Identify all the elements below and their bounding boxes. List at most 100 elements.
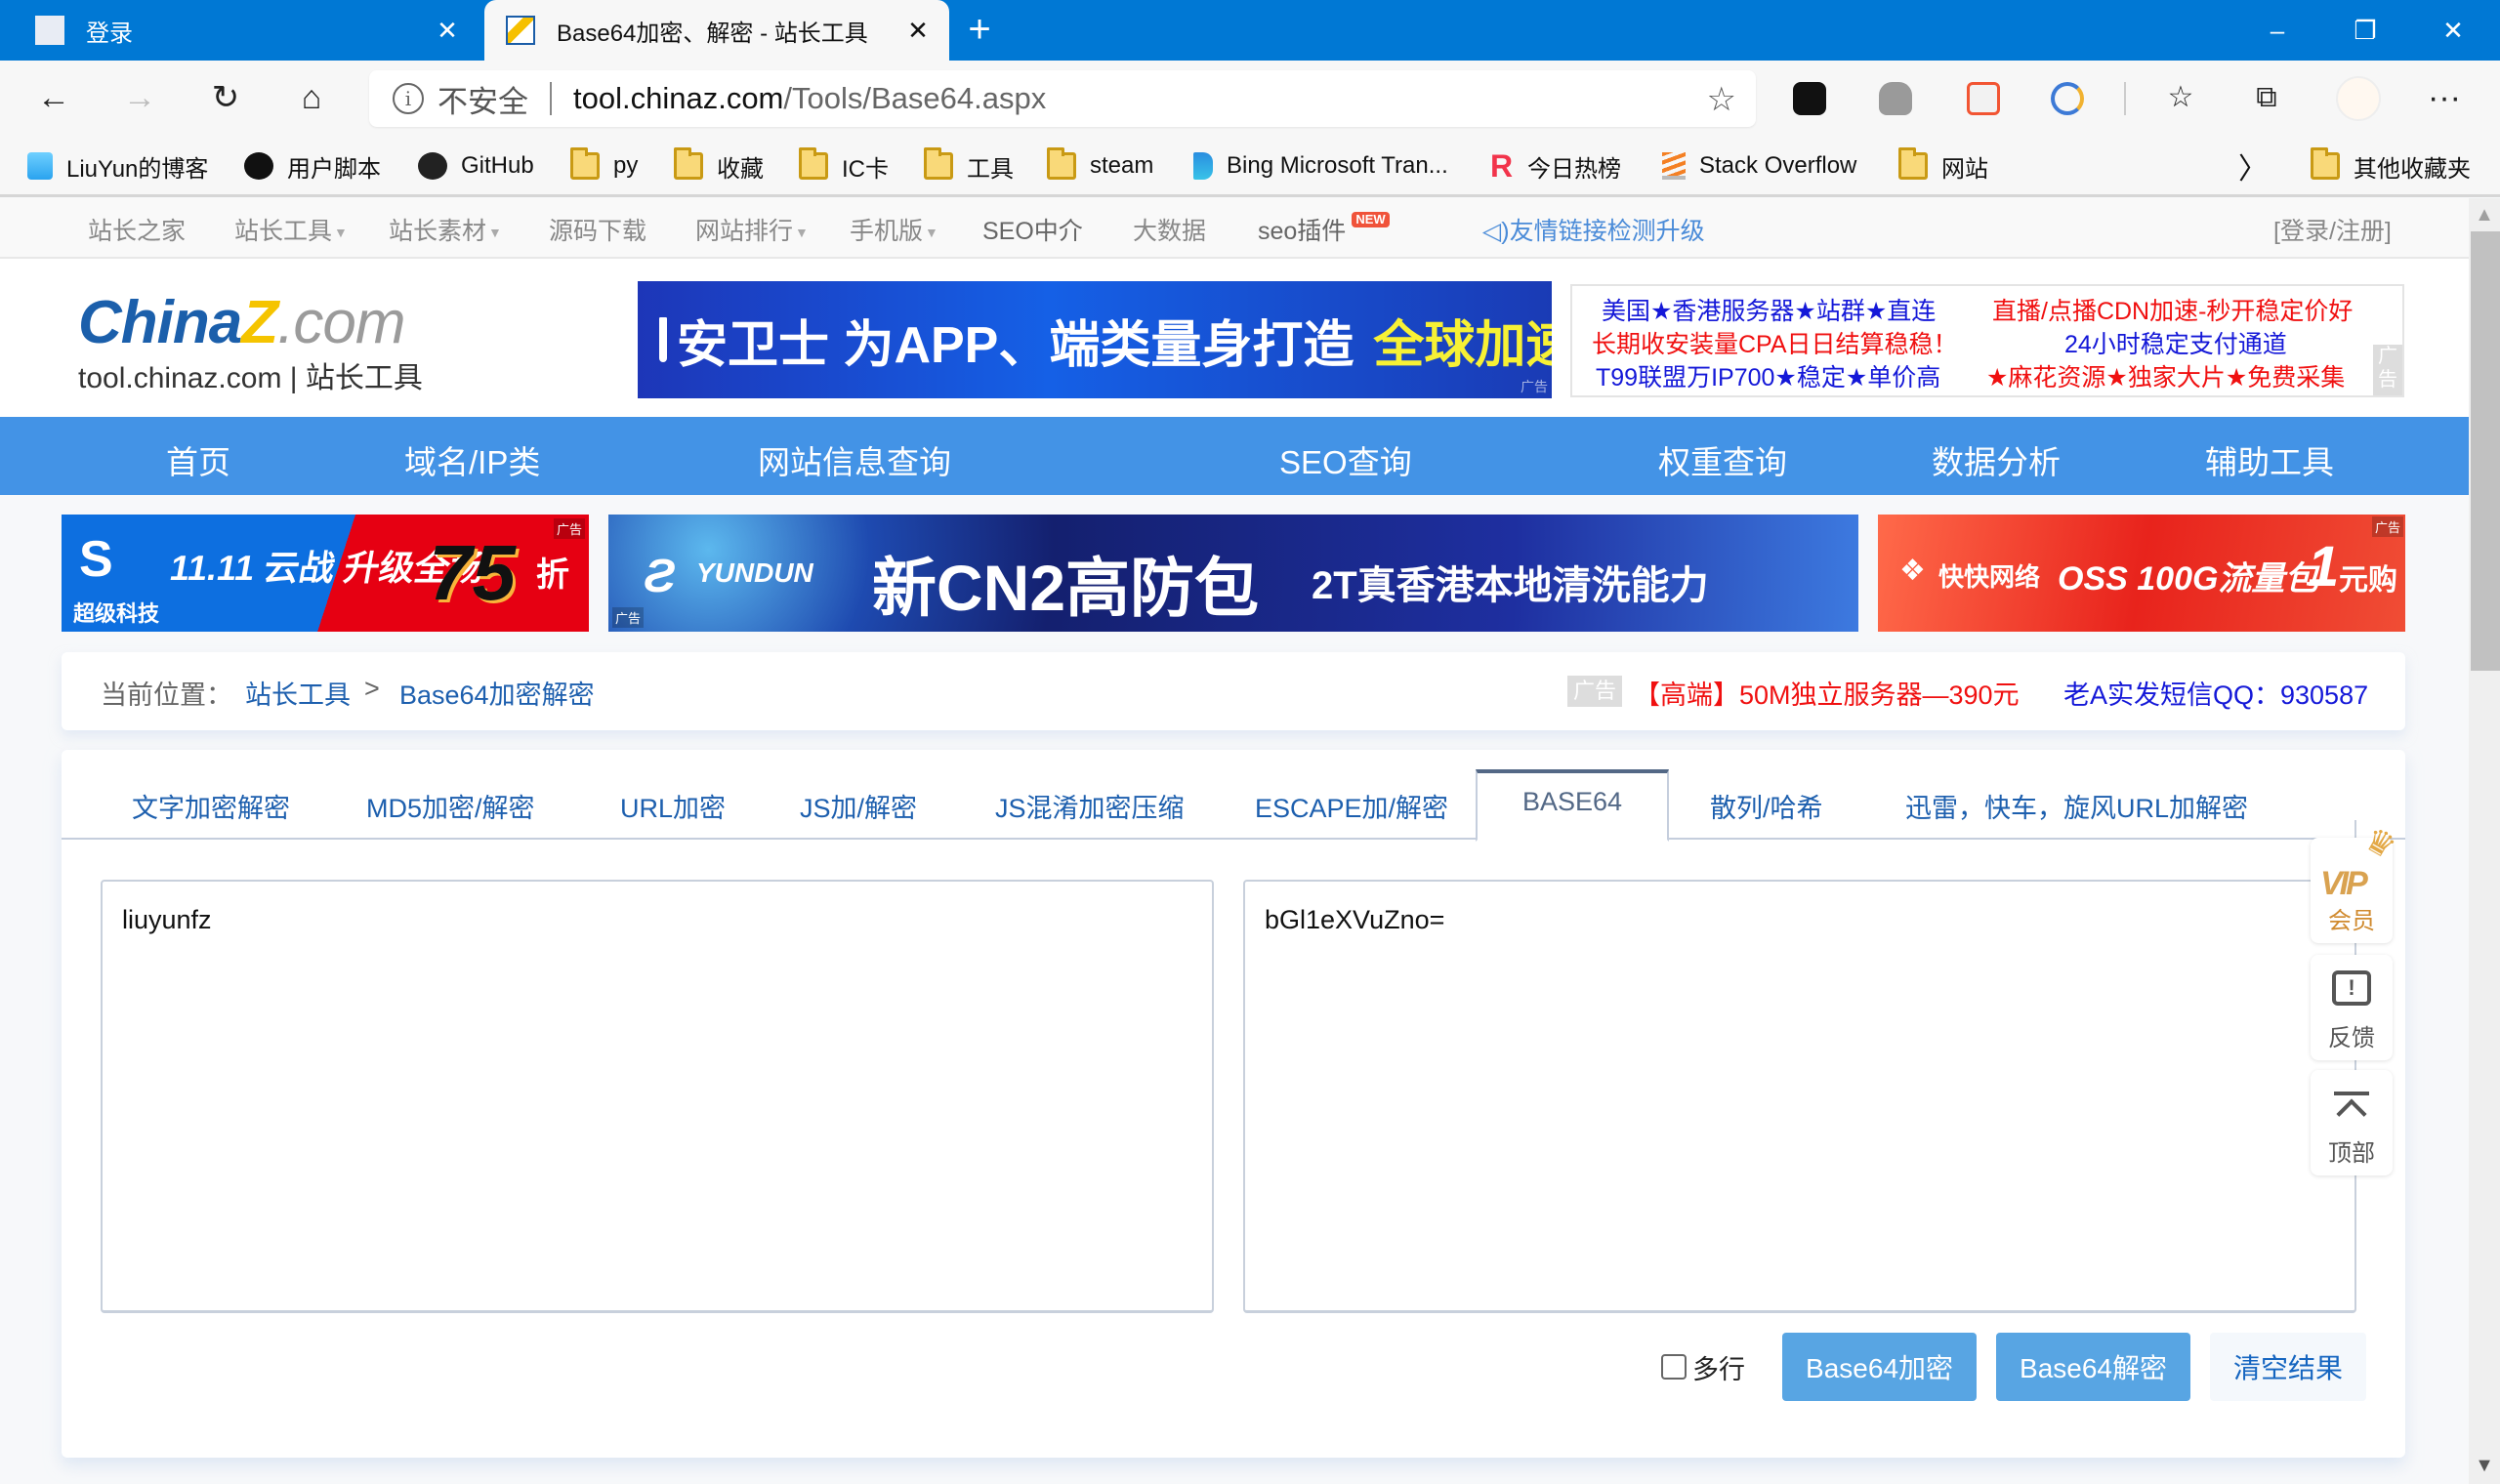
top-link-tools[interactable]: 站长工具 ▼ [234,212,348,247]
restore-button[interactable]: ❐ [2328,0,2402,61]
new-badge: NEW [1352,212,1390,227]
close-tab-icon[interactable]: ✕ [898,16,938,46]
page-scrollbar[interactable]: ▲ ▼ [2469,198,2500,1484]
text-ad-link[interactable]: 美国★香港服务器★站群★直连 [1602,292,1936,327]
back-to-top-button[interactable]: 顶部 [2311,1070,2393,1175]
tab-escape[interactable]: ESCAPE加/解密 [1255,787,1448,825]
spy-extension-icon[interactable] [1879,82,1912,115]
notice-link[interactable]: ◁)友情链接检测升级 [1482,212,1705,247]
address-bar[interactable]: i 不安全 tool.chinaz.com /Tools/Base64.aspx… [369,70,1756,127]
close-window-button[interactable]: ✕ [2416,0,2490,61]
tab-text-encrypt[interactable]: 文字加密解密 [132,787,290,825]
scroll-thumb[interactable] [2471,231,2500,671]
new-tab-button[interactable]: + [957,8,1002,53]
ad-banner-kuaikuai[interactable]: ❖ 快快网络 OSS 100G流量包 1 元购 广告 [1878,515,2405,632]
forward-button[interactable]: → [111,70,168,127]
banner-brand: YUNDUN [696,557,813,588]
clear-result-button[interactable]: 清空结果 [2209,1333,2366,1401]
nav-data-analysis[interactable]: 数据分析 [1932,436,2061,483]
bookmark-folder-tools[interactable]: 工具 [924,147,1014,184]
bookmark-folder-favorites[interactable]: 收藏 [674,147,764,184]
more-menu-button[interactable]: ··· [2416,70,2473,127]
nav-weight[interactable]: 权重查询 [1658,436,1787,483]
top-link-label: 站长工具 [234,218,333,245]
tab-hash[interactable]: 散列/哈希 [1710,787,1823,825]
xpath-extension-icon[interactable] [2051,82,2084,115]
top-link-seo-agency[interactable]: SEO中介 [982,212,1083,247]
base64-decode-button[interactable]: Base64解密 [1996,1333,2190,1401]
breadcrumb-item-tools[interactable]: 站长工具 [245,674,351,712]
top-link-big-data[interactable]: 大数据 [1133,212,1206,247]
refresh-button[interactable]: ↻ [197,70,254,127]
scroll-down-arrow-icon[interactable]: ▼ [2469,1455,2500,1478]
bookmark-label: 用户脚本 [287,155,381,183]
nav-home[interactable]: 首页 [166,436,230,483]
tab-url-encode[interactable]: URL加密 [620,787,726,825]
back-button[interactable]: ← [25,70,82,127]
output-textarea[interactable] [1243,880,2356,1313]
text-ad-link[interactable]: 长期收安装量CPA日日结算稳稳！ [1592,325,1958,360]
minimize-button[interactable]: – [2240,0,2314,61]
top-link-site-rank[interactable]: 网站排行 ▼ [695,212,809,247]
login-register-link[interactable]: [登录/注册] [2273,212,2392,247]
top-link-mobile[interactable]: 手机版 ▼ [850,212,938,247]
top-link-materials[interactable]: 站长素材 ▼ [389,212,502,247]
multiline-label[interactable]: 多行 [1692,1348,1745,1386]
bookmark-other-favorites[interactable]: 其他收藏夹 [2311,147,2471,184]
bookmark-stack-overflow[interactable]: Stack Overflow [1662,148,1856,184]
text-ad-link[interactable]: ★麻花资源★独家大片★免费采集 [1986,358,2345,393]
bookmark-rebang[interactable]: R 今日热榜 [1490,148,1621,184]
text-ad-link[interactable]: 直播/点播CDN加速-秒开稳定价好 [1992,292,2353,327]
text-ad-link[interactable]: 24小时稳定支付通道 [2064,325,2287,360]
ad-tag: 广告 [553,518,585,539]
tab-js-encrypt[interactable]: JS加/解密 [800,787,917,825]
ad-banner-chaoji[interactable]: S 超级科技 11.11 云战 升级全场 75 折 广告 [62,515,589,632]
scroll-up-arrow-icon[interactable]: ▲ [2469,204,2500,227]
top-link-label: seo插件 [1258,218,1347,245]
top-link-seo-plugin[interactable]: seo插件 NEW [1258,212,1390,247]
tampermonkey-extension-icon[interactable] [1793,82,1826,115]
bookmark-github[interactable]: GitHub [418,148,534,184]
add-favorite-icon[interactable]: ☆ [1707,80,1736,119]
base64-encode-button[interactable]: Base64加密 [1782,1333,1978,1401]
tab-base64[interactable]: BASE64 [1476,769,1669,842]
tab-md5[interactable]: MD5加密/解密 [366,787,535,825]
close-tab-icon[interactable]: ✕ [428,16,467,46]
bookmark-folder-py[interactable]: py [570,147,638,184]
bookmarks-overflow-button[interactable]: 〉 [2238,148,2268,186]
vip-member-button[interactable]: ♛ VIP 会员 [2311,820,2402,943]
nav-domain-ip[interactable]: 域名/IP类 [404,436,540,483]
bookmark-folder-steam[interactable]: steam [1047,147,1153,184]
home-button[interactable]: ⌂ [283,70,340,127]
nav-seo[interactable]: SEO查询 [1279,436,1412,483]
multiline-checkbox[interactable] [1661,1354,1688,1380]
breadcrumb-item-base64[interactable]: Base64加密解密 [399,674,595,712]
browser-tab-base64[interactable]: Base64加密、解密 - 站长工具 ✕ [484,0,949,61]
bookmark-liuyun-blog[interactable]: LiuYun的博客 [27,148,208,184]
bookmark-folder-ic-card[interactable]: IC卡 [799,147,889,184]
sitemap-extension-icon[interactable] [1967,82,2000,115]
profile-avatar[interactable] [2336,76,2381,121]
bookmark-folder-websites[interactable]: 网站 [1898,147,1988,184]
ad-banner-yundun[interactable]: Ƨ YUNDUN 新CN2高防包 2T真香港本地清洗能力 广告 [608,515,1858,632]
nav-auxiliary-tools[interactable]: 辅助工具 [2205,436,2334,483]
text-ad-link[interactable]: T99联盟万IP700★稳定★单价高 [1596,358,1940,393]
tab-thunder-url[interactable]: 迅雷，快车，旋风URL加解密 [1905,787,2248,825]
collections-icon[interactable]: ⧉ [2238,70,2295,127]
bookmark-bing-translator[interactable]: Bing Microsoft Tran... [1193,148,1448,184]
favorites-icon[interactable]: ☆ [2152,70,2209,127]
security-status[interactable]: 不安全 [438,77,528,121]
browser-tab-login[interactable]: 登录 ✕ [0,0,479,61]
info-icon[interactable]: i [393,83,424,114]
top-link-source-download[interactable]: 源码下载 [549,212,646,247]
nav-site-info[interactable]: 网站信息查询 [758,436,951,483]
header-ad-banner[interactable]: 安卫士 为APP、端类量身打造 全球加速 广告 [638,281,1552,398]
chinaz-logo[interactable]: ChinaZ.com tool.chinaz.com | 站长工具 [78,288,423,396]
bookmark-user-scripts[interactable]: 用户脚本 [244,148,381,184]
input-textarea[interactable] [101,880,1214,1313]
tab-js-obfuscate[interactable]: JS混淆加密压缩 [995,787,1185,825]
breadcrumb-ad-blue[interactable]: 老A实发短信QQ：930587 [2063,674,2368,712]
feedback-button[interactable]: ! 反馈 [2311,955,2393,1060]
breadcrumb-ad-red[interactable]: 【高端】50M独立服务器—390元 [1634,674,2020,712]
top-link-chinaz-home[interactable]: 站长之家 [88,212,186,247]
